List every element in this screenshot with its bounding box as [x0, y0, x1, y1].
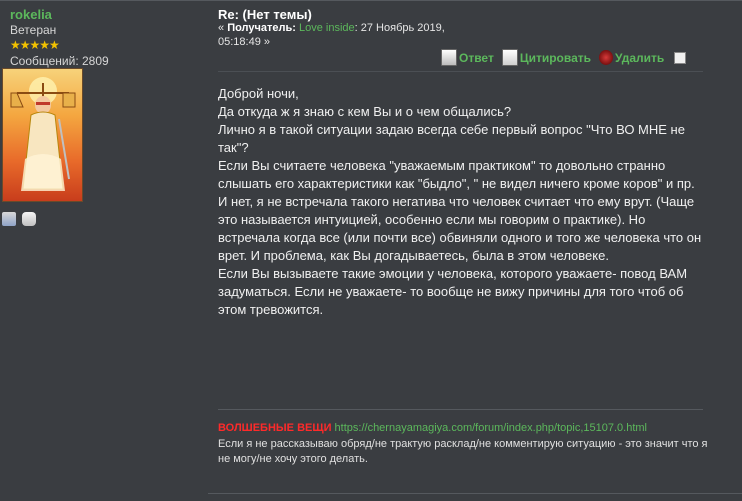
recipient-link[interactable]: Love inside	[299, 22, 355, 34]
signature-url-link[interactable]: https://chernayamagiya.com/forum/index.p…	[335, 422, 647, 434]
signature: ВОЛШЕБНЫЕ ВЕЩИ https://chernayamagiya.co…	[218, 421, 708, 467]
post-title[interactable]: Re: (Нет темы)	[218, 7, 312, 22]
profile-icon[interactable]	[2, 212, 16, 226]
post-container: rokelia Ветеран ★★★★★ Сообщений: 2809 Re…	[0, 0, 742, 501]
poster-name-link[interactable]: rokelia	[10, 7, 200, 22]
recipient-label: Получатель:	[227, 22, 296, 34]
post-meta: « Получатель: Love inside: 27 Ноябрь 201…	[218, 21, 478, 49]
post-body: Доброй ночи, Да откуда ж я знаю с кем Вы…	[218, 85, 708, 319]
reply-button[interactable]: Ответ	[441, 49, 494, 66]
rank-stars: ★★★★★	[10, 38, 60, 52]
reply-label: Ответ	[459, 50, 494, 65]
post-count: Сообщений: 2809	[10, 54, 109, 68]
avatar[interactable]	[2, 68, 83, 202]
delete-button[interactable]: Удалить	[599, 50, 664, 65]
delete-icon	[599, 50, 614, 65]
signature-divider	[218, 409, 703, 410]
body-paragraph: Доброй ночи,	[218, 86, 299, 101]
delete-label: Удалить	[615, 50, 665, 65]
body-paragraph: Если Вы считаете человека "уважаемым пра…	[218, 158, 695, 191]
quote-icon	[501, 49, 518, 66]
signature-label-link[interactable]: ВОЛШЕБНЫЕ ВЕЩИ	[218, 422, 331, 434]
select-post-checkbox[interactable]	[674, 51, 687, 64]
quote-button[interactable]: Цитировать	[501, 49, 592, 66]
poster-info: rokelia Ветеран ★★★★★ Сообщений: 2809	[10, 7, 200, 68]
body-paragraph: И нет, я не встречала такого негатива чт…	[218, 194, 702, 263]
body-paragraph: Если Вы вызываете такие эмоции у человек…	[218, 266, 688, 317]
body-paragraph: Да откуда ж я знаю с кем Вы и о чем обща…	[218, 104, 512, 119]
quote-label: Цитировать	[519, 50, 592, 65]
meta-prefix: «	[218, 22, 225, 34]
personal-message-icon[interactable]	[22, 212, 36, 226]
avatar-image	[10, 77, 76, 191]
post-bottom-border	[208, 493, 742, 494]
profile-icons	[2, 212, 36, 226]
poster-rank: Ветеран	[10, 23, 57, 37]
body-paragraph: Лично я в такой ситуации задаю всегда се…	[218, 122, 685, 155]
signature-text: Если я не рассказываю обряд/не трактую р…	[218, 438, 708, 465]
post-actions: Ответ Цитировать Удалить	[441, 49, 687, 66]
reply-icon	[441, 49, 457, 66]
header-divider	[218, 71, 703, 72]
